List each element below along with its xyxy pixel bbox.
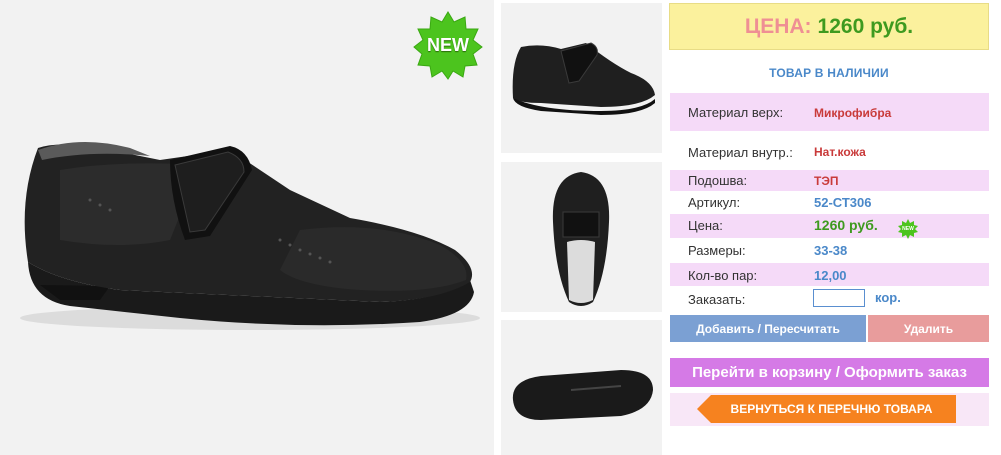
- spec-label: Размеры:: [688, 243, 746, 258]
- shoe-thumb-top-image: [552, 172, 610, 306]
- spec-label: Артикул:: [688, 195, 741, 210]
- order-quantity-input[interactable]: [813, 289, 865, 307]
- spec-label: Кол-во пар:: [688, 268, 758, 283]
- spec-row-sole: Подошва: ТЭП: [670, 170, 989, 191]
- price-value: 1260 руб.: [817, 14, 914, 38]
- price-box: ЦЕНА: 1260 руб.: [669, 3, 989, 50]
- thumbnail-top[interactable]: [501, 162, 662, 312]
- spec-value: 12,00: [814, 268, 847, 283]
- shoe-thumb-sole-image: [512, 370, 653, 420]
- new-mini-text: NEW: [902, 226, 914, 232]
- spec-row-material-top: Материал верх: Микрофибра: [670, 93, 989, 131]
- spec-value: ТЭП: [814, 174, 839, 188]
- go-to-cart-button[interactable]: Перейти в корзину / Оформить заказ: [670, 358, 989, 387]
- spec-value: 52-СТ306: [814, 195, 872, 210]
- order-unit: кор.: [875, 290, 901, 305]
- spec-value: 33-38: [814, 243, 848, 258]
- spec-row-pairs: Кол-во пар: 12,00: [670, 263, 989, 286]
- spec-row-material-inner: Материал внутр.: Нат.кожа: [670, 137, 989, 169]
- spec-value: Нат.кожа: [814, 145, 866, 159]
- thumbnail-side[interactable]: [501, 3, 662, 153]
- spec-value: 1260 руб.: [814, 217, 878, 233]
- price-label: ЦЕНА:: [744, 14, 812, 38]
- spec-row-sizes: Размеры: 33-38: [670, 239, 989, 261]
- spec-row-article: Артикул: 52-СТ306: [670, 192, 989, 213]
- spec-row-price: Цена: 1260 руб.: [670, 214, 989, 238]
- order-label: Заказать:: [688, 292, 746, 307]
- new-badge: NEW: [413, 10, 483, 80]
- stock-status: ТОВАР В НАЛИЧИИ: [769, 66, 889, 80]
- new-badge-text: NEW: [427, 34, 469, 55]
- shoe-thumb-side-image: [512, 42, 655, 115]
- spec-label: Материал верх:: [688, 105, 784, 120]
- spec-value: Микрофибра: [814, 106, 892, 120]
- add-recalculate-button[interactable]: Добавить / Пересчитать: [670, 315, 866, 342]
- spec-label: Подошва:: [688, 173, 748, 188]
- thumbnail-sole[interactable]: [501, 320, 662, 455]
- spec-label: Цена:: [688, 218, 723, 233]
- spec-label: Материал внутр.:: [688, 145, 793, 160]
- delete-button[interactable]: Удалить: [868, 315, 989, 342]
- back-to-list-button[interactable]: ВЕРНУТЬСЯ К ПЕРЕЧНЮ ТОВАРА: [697, 395, 956, 423]
- new-mini-badge: NEW: [898, 219, 918, 239]
